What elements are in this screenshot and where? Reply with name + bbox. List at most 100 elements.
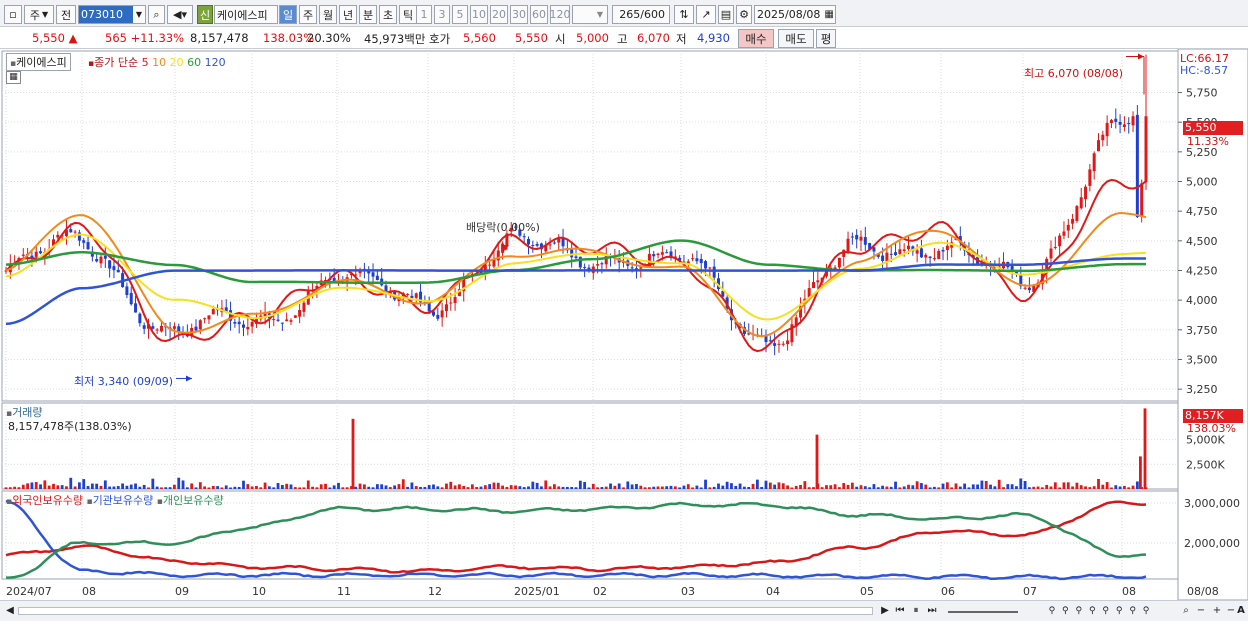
minute-option-10[interactable]: 10 [470,5,488,24]
tab-5[interactable]: 분 [359,5,377,24]
candle-body [198,320,202,330]
save-button[interactable]: ▤ [718,5,734,24]
volume-bar [1066,482,1070,489]
rewind-icon[interactable]: ⏮ [893,603,907,618]
pause-icon[interactable]: ⏸ [909,603,923,618]
price-legend-name[interactable]: ▪케이에스피 [6,53,71,71]
font-size-icon[interactable]: A [1236,603,1246,618]
candle-body [704,261,708,269]
candle-body [919,248,923,258]
table-icon[interactable]: ▦ [6,71,21,84]
volume-bar [449,481,453,489]
volume-bar [617,483,621,489]
sound-button[interactable]: ◀▾ [167,5,193,24]
count-field[interactable]: 265/600 [612,5,670,24]
volume-bar [790,487,794,489]
minus-icon[interactable]: − [1226,603,1236,618]
tab-4[interactable]: 년 [339,5,357,24]
x-label-3: 10 [252,585,266,598]
scroll-left-icon[interactable]: ◀ [4,603,16,618]
candle-body [21,254,25,256]
minus-icon[interactable]: − [1196,603,1206,618]
volume-bar [90,483,94,489]
minute-option-5[interactable]: 5 [452,5,468,24]
fast-forward-icon[interactable]: ⏭ [925,603,939,618]
volume-bar [147,487,150,489]
ask-value: 5,550 [515,31,548,45]
candle-body [453,297,457,304]
zoom-icon[interactable]: ⌕ [1180,603,1192,618]
volume-bar [470,484,474,489]
candle-body [298,310,302,317]
chart-area[interactable]: 2024/07 08 09 10 11 12 2025/01 02 03 04 05 06 07 08 08… [0,48,1248,621]
volume-bar [475,487,479,489]
tab-1[interactable]: 일 [279,5,297,24]
volume-bar [1092,486,1096,489]
open-value: 5,000 [576,31,609,45]
candle-body [34,251,38,257]
tab-2[interactable]: 주 [299,5,317,24]
calendar-icon: ▦ [824,9,834,20]
minute-option-3[interactable]: 3 [434,5,450,24]
candle-body [781,343,785,345]
tab-3[interactable]: 월 [319,5,337,24]
stock-chart[interactable]: 2024/07 08 09 10 11 12 2025/01 02 03 04 05 06 07 08 08… [0,48,1248,601]
tab-7[interactable]: 틱 [399,5,417,24]
plus-icon[interactable]: + [1212,603,1222,618]
scrollbar-track[interactable] [18,607,873,615]
holding-legend[interactable]: ▪외국인보유수량 ▪기관보유수량 ▪개인보유수량 [6,492,224,508]
tool-icons[interactable]: ⚲ ⚲ ⚲ ⚲ ⚲ ⚲ ⚲ ⚲ [1040,603,1160,618]
volume-bar [432,484,435,489]
zoom-track[interactable] [948,611,1018,613]
legend-stock-name: 케이에스피 [16,56,67,69]
volume-bar [1114,485,1118,489]
volume-bar [168,487,172,489]
volume-bar [578,480,582,489]
period-select[interactable]: 주 ▼ [24,5,54,24]
x-label-1: 08 [82,585,96,598]
volume-bar [915,481,919,489]
code-dropdown-button[interactable]: ▼ [133,5,146,24]
foreign-holding-label: 외국인보유수량 [12,494,83,507]
avg-button[interactable]: 평 [816,29,836,48]
draw-button[interactable]: ↗ [696,5,716,24]
minute-option-1[interactable]: 1 [416,5,432,24]
volume-bar [984,480,988,489]
volume-bar [160,487,163,489]
candle-body [837,257,841,268]
minute-dropdown[interactable]: ▼ [572,5,608,24]
compare-button[interactable]: ⇅ [674,5,694,24]
volume-bar [963,483,967,489]
volume-bar [47,485,51,489]
prev-button[interactable]: 전 [56,5,76,24]
candle-body [1084,186,1088,200]
tab-6[interactable]: 초 [379,5,397,24]
minute-option-120[interactable]: 120 [550,5,571,24]
volume-bar [337,482,340,489]
volume-bar [250,486,254,489]
volume-bar [367,486,371,489]
price-value: 5,550 [32,31,65,45]
sell-button[interactable]: 매도 [778,29,814,48]
scroll-right-icon[interactable]: ▶ [878,603,892,618]
buy-button[interactable]: 매수 [738,29,774,48]
volume-bar [8,487,12,489]
new-badge[interactable]: 신 [197,5,213,24]
volume-bar [43,480,47,489]
ma-legend[interactable]: ▪종가 단순 5 10 20 60 120 [88,54,226,70]
date-field[interactable]: 2025/08/08 ▦ [754,5,836,24]
volume-bar [1071,486,1074,489]
minute-option-30[interactable]: 30 [510,5,528,24]
last-price-tag: 5,550 [1183,121,1243,135]
minute-option-20[interactable]: 20 [490,5,508,24]
candle-body [1023,287,1027,289]
candle-body [902,249,906,251]
search-button[interactable]: ⌕ [148,5,165,24]
settings-button[interactable]: ⚙ [736,5,752,24]
minute-option-60[interactable]: 60 [530,5,548,24]
volume-bar [829,485,833,489]
price-tick-label: 4,500 [1186,235,1218,248]
ma-period-10: 10 [148,56,167,69]
volume-bar [924,484,928,489]
window-icon[interactable]: ▫ [4,5,22,24]
